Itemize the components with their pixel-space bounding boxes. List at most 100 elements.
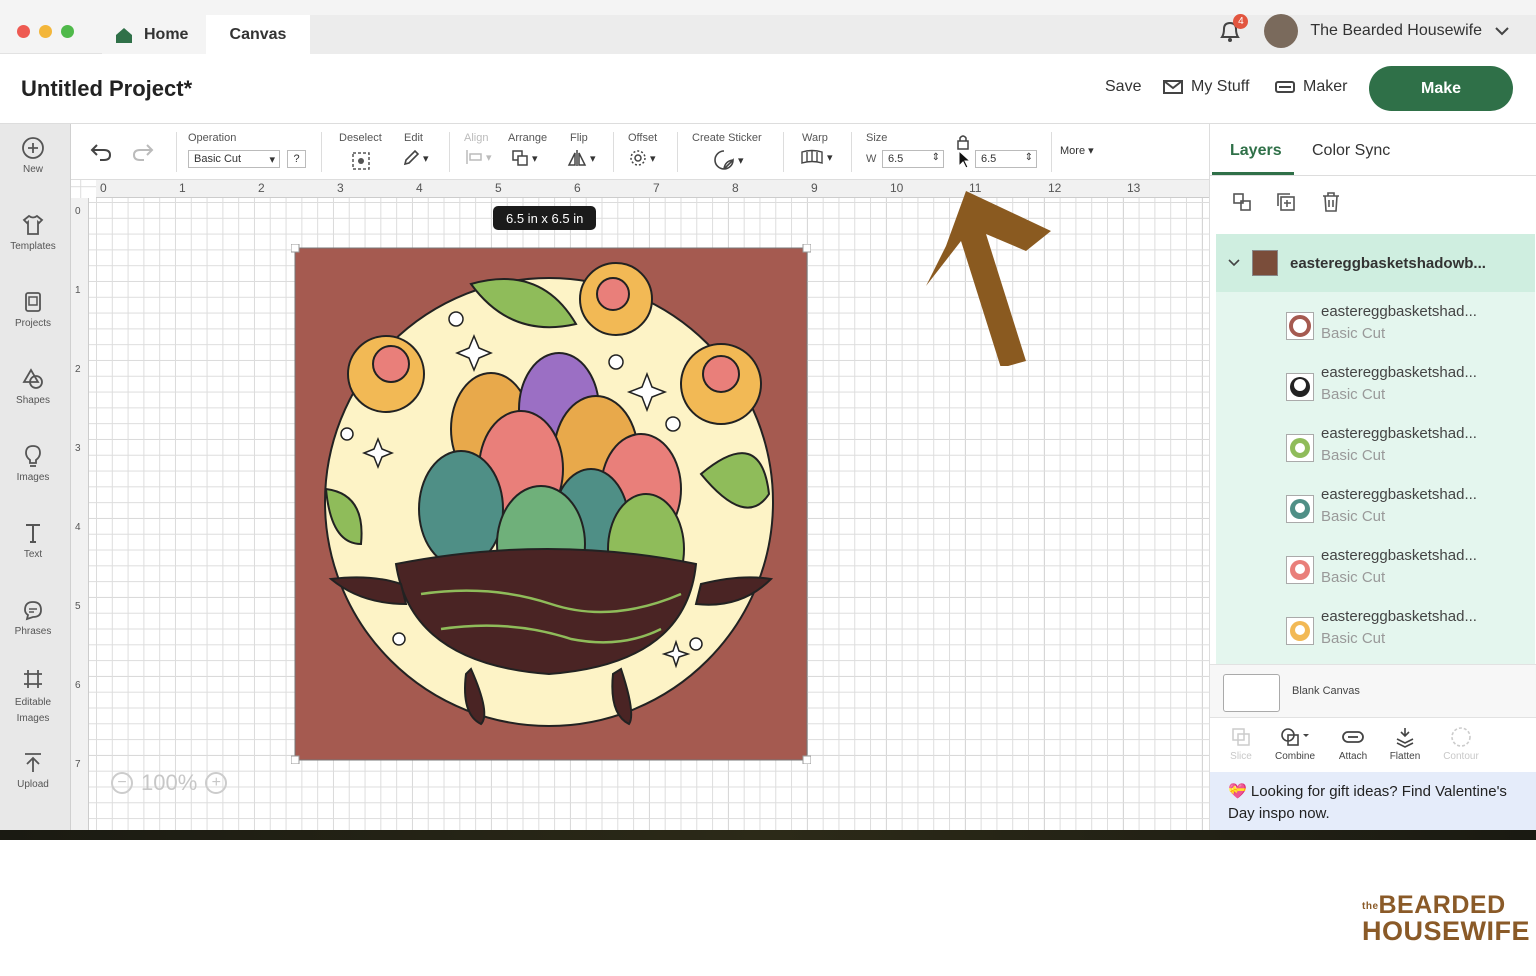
tab-home[interactable]: Home: [102, 15, 206, 54]
easter-egg-basket-design[interactable]: [291, 244, 811, 764]
size-tooltip: 6.5 in x 6.5 in: [493, 206, 597, 230]
mail-icon: [1163, 80, 1183, 94]
attach-button[interactable]: Attach: [1326, 726, 1380, 762]
tshirt-icon: [22, 214, 44, 235]
blank-canvas-thumbnail: [1223, 674, 1280, 712]
save-button[interactable]: Save: [1105, 78, 1141, 96]
zoom-out-button[interactable]: −: [111, 772, 133, 794]
selection-handle: [291, 755, 300, 764]
avatar[interactable]: [1264, 14, 1299, 48]
chevron-down-icon[interactable]: [1228, 259, 1240, 267]
chevron-down-icon: ▾: [590, 152, 596, 165]
edit-button[interactable]: ▾: [402, 149, 429, 167]
close-window-button[interactable]: [17, 25, 30, 38]
tab-color-sync[interactable]: Color Sync: [1312, 142, 1390, 160]
user-menu[interactable]: 4 The Bearded Housewife: [1218, 14, 1510, 48]
logo-line2: HOUSEWIFE: [1362, 915, 1531, 946]
layer-row[interactable]: eastereggbasketshad... Basic Cut: [1286, 422, 1526, 472]
lock-icon[interactable]: [956, 134, 970, 150]
sidebar-item-phrases[interactable]: Phrases: [0, 598, 66, 637]
ruler-tick-label: 10: [890, 181, 904, 195]
layer-operation: Basic Cut: [1321, 508, 1386, 525]
sidebar-item-upload[interactable]: Upload: [0, 751, 66, 790]
arrange-button[interactable]: ▾: [511, 149, 538, 167]
contour-button[interactable]: Contour: [1434, 726, 1488, 762]
layer-group-header[interactable]: eastereggbasketshadowb...: [1216, 234, 1535, 292]
warp-button[interactable]: ▾: [800, 149, 833, 165]
layer-row[interactable]: eastereggbasketshad... Basic Cut: [1286, 300, 1526, 350]
tab-canvas[interactable]: Canvas: [206, 15, 310, 54]
width-value: 6.5: [888, 153, 904, 165]
ruler-tick-label: 1: [75, 285, 81, 296]
layer-name: eastereggbasketshad...: [1321, 364, 1477, 381]
size-label: Size: [866, 132, 888, 144]
ruler-tick-label: 0: [100, 181, 107, 195]
sidebar-item-new[interactable]: New: [0, 136, 66, 175]
sidebar-item-label: New: [22, 164, 43, 175]
notifications-button[interactable]: 4: [1218, 14, 1249, 44]
make-button[interactable]: Make: [1369, 66, 1513, 111]
layer-row[interactable]: eastereggbasketshad... Basic Cut: [1286, 361, 1526, 411]
toolbar-divider: [449, 132, 450, 172]
operation-select[interactable]: Basic Cut ▾: [188, 150, 280, 168]
sidebar-item-text[interactable]: Text: [0, 521, 66, 560]
slice-label: Slice: [1230, 751, 1252, 762]
redo-icon[interactable]: [131, 142, 155, 162]
group-icon[interactable]: [1231, 191, 1253, 213]
sidebar-item-label: Editable: [14, 697, 52, 708]
duplicate-icon[interactable]: [1275, 191, 1297, 213]
group-thumbnail: [1252, 250, 1278, 276]
trash-icon[interactable]: [1320, 191, 1342, 213]
tab-layers[interactable]: Layers: [1230, 142, 1282, 160]
operation-help-button[interactable]: ?: [287, 150, 306, 168]
project-title[interactable]: Untitled Project*: [21, 76, 192, 102]
sidebar-item-projects[interactable]: Projects: [0, 290, 66, 329]
panel-tabs: Layers Color Sync: [1210, 124, 1536, 176]
design-canvas[interactable]: 0 1 2 3 4 5 6 7 8 9 10 11 12 13 01234567 6.5 in x 6.5…: [71, 180, 1209, 830]
undo-icon[interactable]: [89, 142, 113, 162]
flip-button[interactable]: ▾: [567, 149, 596, 167]
make-label: Make: [1420, 79, 1462, 97]
height-input[interactable]: 6.5 ⇕: [975, 150, 1037, 168]
mouse-cursor-icon: [958, 150, 971, 169]
chevron-down-icon: ▾: [738, 154, 744, 167]
flatten-button[interactable]: Flatten: [1378, 726, 1432, 762]
sidebar-item-editable-images[interactable]: Editable Images: [0, 667, 66, 727]
user-name: The Bearded Housewife: [1310, 22, 1482, 39]
layer-row[interactable]: eastereggbasketshad... Basic Cut: [1286, 483, 1526, 533]
chevron-down-icon: ▾: [650, 152, 656, 165]
flip-icon: [567, 150, 587, 166]
combine-label: Combine: [1274, 751, 1316, 762]
blank-canvas-row[interactable]: Blank Canvas: [1210, 664, 1536, 718]
stepper-icon: ⇕: [1024, 152, 1033, 163]
layer-name: eastereggbasketshad...: [1321, 486, 1477, 503]
my-stuff-button[interactable]: My Stuff: [1163, 78, 1249, 96]
maker-button[interactable]: Maker: [1275, 78, 1347, 96]
maximize-window-button[interactable]: [61, 25, 74, 38]
create-sticker-button[interactable]: ▾: [713, 149, 744, 171]
ruler-tick-label: 6: [574, 181, 581, 195]
more-button[interactable]: More ▾: [1060, 144, 1094, 158]
bearded-housewife-logo: theBEARDED HOUSEWIFE: [1362, 893, 1531, 946]
zoom-in-button[interactable]: +: [205, 772, 228, 794]
layer-row[interactable]: eastereggbasketshad... Basic Cut: [1286, 605, 1526, 655]
edit-toolbar: Operation Basic Cut ▾ ? Deselect Edit ▾ A…: [71, 124, 1209, 180]
zoom-control[interactable]: − 100% +: [111, 770, 228, 796]
stepper-icon: ⇕: [931, 152, 940, 163]
arrow-annotation: [926, 191, 1051, 366]
align-button[interactable]: ▾: [465, 149, 492, 165]
sidebar-item-images[interactable]: Images: [0, 444, 66, 483]
flip-label: Flip: [570, 132, 588, 144]
width-input[interactable]: 6.5 ⇕: [882, 150, 944, 168]
sidebar-item-templates[interactable]: Templates: [0, 213, 66, 252]
slice-button[interactable]: Slice: [1214, 726, 1268, 762]
deselect-icon[interactable]: [351, 151, 371, 171]
offset-button[interactable]: ▾: [629, 149, 656, 167]
operation-label: Operation: [188, 132, 237, 144]
minimize-window-button[interactable]: [39, 25, 52, 38]
layer-row[interactable]: eastereggbasketshad... Basic Cut: [1286, 544, 1526, 594]
promo-banner[interactable]: 💝 Looking for gift ideas? Find Valentine…: [1210, 772, 1536, 830]
sidebar-item-shapes[interactable]: Shapes: [0, 367, 66, 406]
ruler-tick-label: 6: [75, 680, 81, 691]
combine-button[interactable]: Combine: [1268, 726, 1322, 762]
